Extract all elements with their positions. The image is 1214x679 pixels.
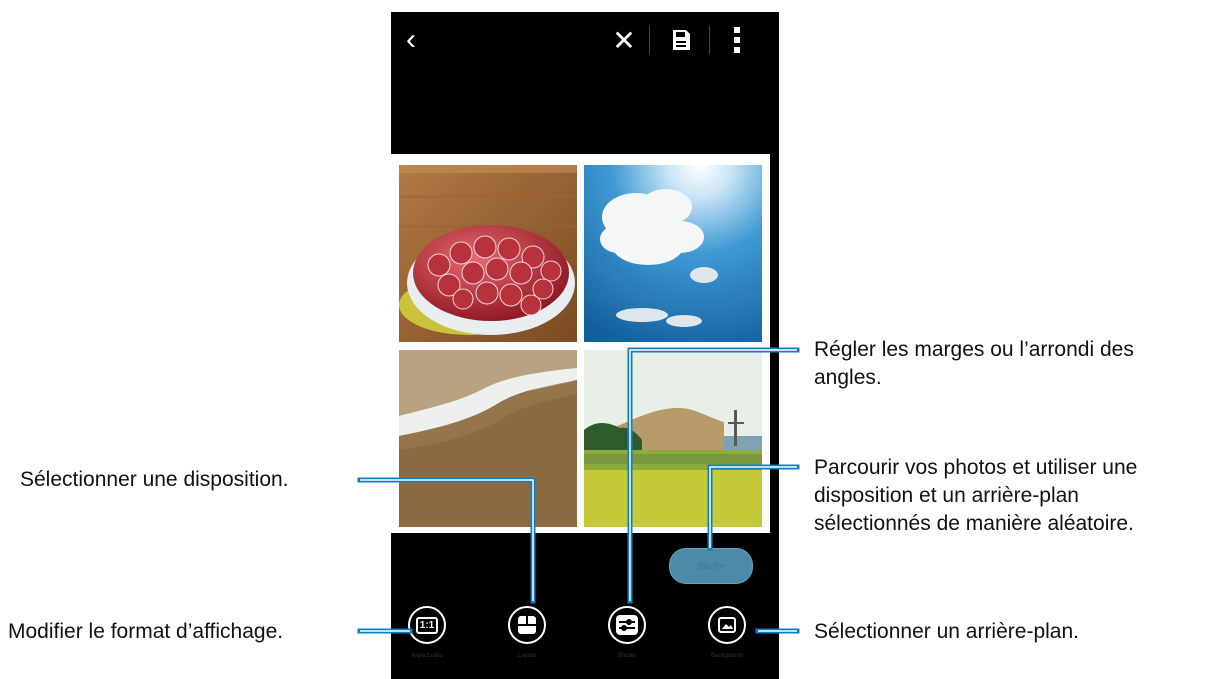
callout-border-line-2: angles. xyxy=(814,366,882,389)
callout-shuffle: Parcourir vos photos et utiliser une dis… xyxy=(814,454,1137,538)
callout-shuffle-line-2: disposition et un arrière-plan xyxy=(814,484,1079,507)
callout-layout: Sélectionner une disposition. xyxy=(20,468,289,491)
callout-border-line-1: Régler les marges ou l’arrondi des xyxy=(814,338,1134,361)
callout-shuffle-line-3: sélectionnés de manière aléatoire. xyxy=(814,512,1134,535)
callout-background: Sélectionner un arrière-plan. xyxy=(814,620,1079,643)
callout-aspect: Modifier le format d’affichage. xyxy=(8,620,284,643)
callout-border: Régler les marges ou l’arrondi des angle… xyxy=(814,336,1134,392)
callout-shuffle-line-1: Parcourir vos photos et utiliser une xyxy=(814,456,1138,479)
